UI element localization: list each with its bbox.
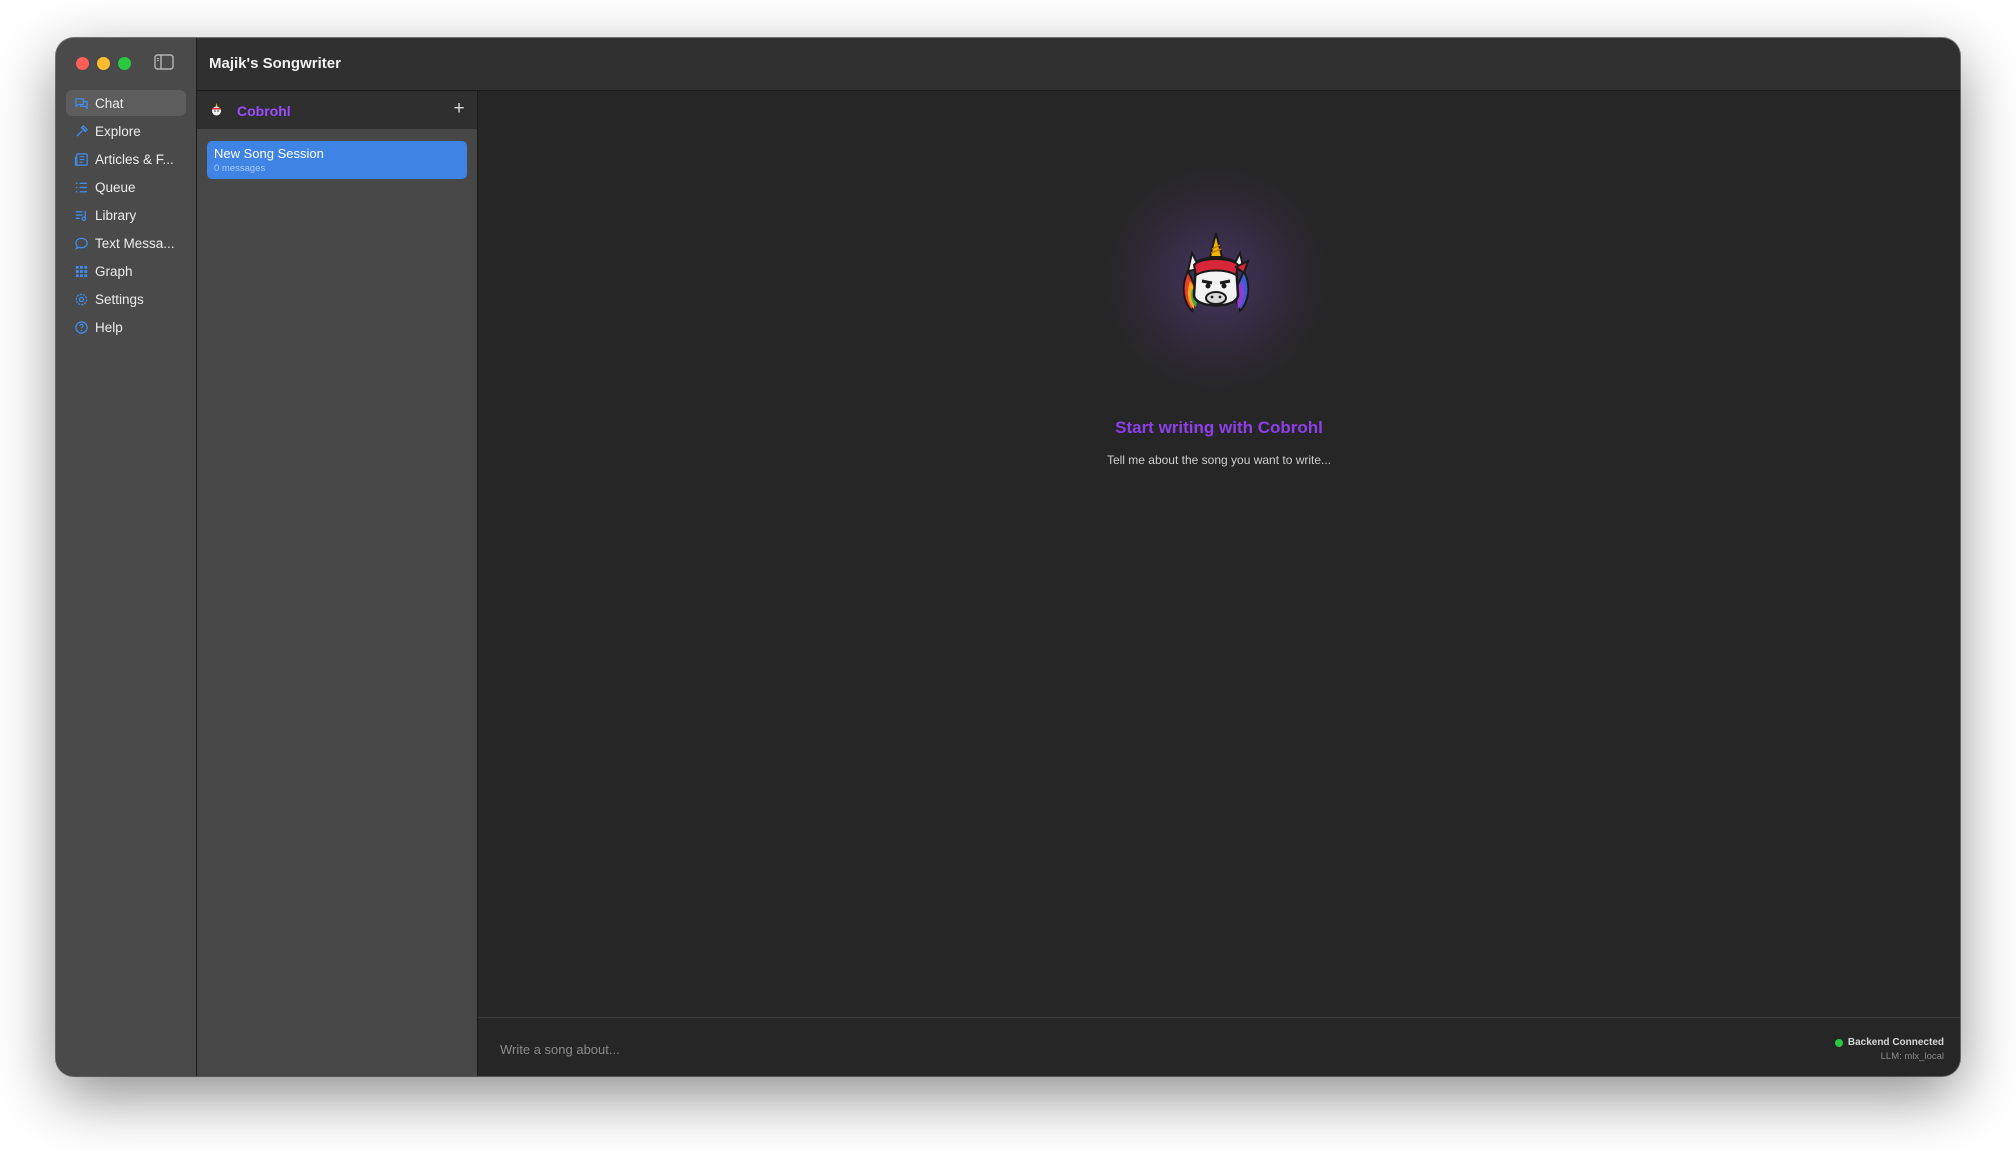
sidebar-item-settings[interactable]: Settings bbox=[66, 286, 186, 312]
library-icon bbox=[75, 210, 87, 221]
sidebar-item-label: Library bbox=[95, 207, 137, 223]
text-message-icon bbox=[75, 237, 88, 250]
window-controls bbox=[76, 57, 131, 70]
graph-icon bbox=[75, 265, 88, 277]
sidebar-item-label: Articles & F... bbox=[95, 151, 174, 167]
sidebar-item-label: Help bbox=[95, 319, 123, 335]
sidebar-item-label: Chat bbox=[95, 95, 124, 111]
session-list-header: Cobrohl + bbox=[197, 91, 477, 129]
sidebar-item-label: Settings bbox=[95, 291, 144, 307]
zoom-window-button[interactable] bbox=[118, 57, 131, 70]
app-title: Majik's Songwriter bbox=[209, 55, 341, 72]
sidebar-nav: Chat Explore Articles & F... Queue Libra… bbox=[66, 90, 186, 342]
backend-status: Backend Connected LLM: mlx_local bbox=[1834, 1037, 1944, 1062]
sidebar-item-help[interactable]: Help bbox=[66, 314, 186, 340]
session-list-panel: Cobrohl + New Song Session 0 messages bbox=[197, 91, 478, 1076]
llm-label: LLM: mlx_local bbox=[1880, 1051, 1944, 1062]
session-message-count: 0 messages bbox=[214, 163, 266, 174]
title-bar: Majik's Songwriter bbox=[197, 38, 1960, 91]
unicorn-avatar-icon bbox=[1182, 232, 1250, 313]
sidebar-item-queue[interactable]: Queue bbox=[66, 174, 186, 200]
session-item[interactable]: New Song Session 0 messages bbox=[207, 141, 467, 179]
help-icon bbox=[75, 320, 88, 334]
chat-main: Start writing with Cobrohl Tell me about… bbox=[478, 91, 1960, 1076]
sidebar: Chat Explore Articles & F... Queue Libra… bbox=[56, 38, 197, 1076]
queue-icon bbox=[75, 182, 88, 192]
articles-icon bbox=[74, 152, 88, 166]
empty-state-subtitle: Tell me about the song you want to write… bbox=[1106, 453, 1332, 467]
message-input[interactable] bbox=[498, 1038, 1602, 1060]
app-window: Chat Explore Articles & F... Queue Libra… bbox=[56, 38, 1960, 1076]
sidebar-item-text-messages[interactable]: Text Messa... bbox=[66, 230, 186, 256]
unicorn-avatar-icon bbox=[212, 102, 221, 116]
sidebar-item-label: Graph bbox=[95, 263, 133, 279]
session-title: New Song Session bbox=[214, 146, 324, 161]
persona-name: Cobrohl bbox=[237, 103, 291, 119]
empty-state-title: Start writing with Cobrohl bbox=[1115, 418, 1323, 437]
sidebar-item-label: Explore bbox=[95, 123, 141, 139]
sidebar-item-explore[interactable]: Explore bbox=[66, 118, 186, 144]
message-composer: Backend Connected LLM: mlx_local bbox=[478, 1017, 1960, 1076]
sidebar-item-library[interactable]: Library bbox=[66, 202, 186, 228]
chat-icon bbox=[75, 97, 88, 110]
minimize-window-button[interactable] bbox=[97, 57, 110, 70]
sidebar-item-label: Queue bbox=[95, 179, 136, 195]
new-session-button[interactable]: + bbox=[449, 99, 469, 119]
sidebar-toggle-icon[interactable] bbox=[154, 54, 174, 70]
sidebar-item-graph[interactable]: Graph bbox=[66, 258, 186, 284]
explore-icon bbox=[76, 124, 88, 137]
status-indicator-dot bbox=[1834, 1038, 1843, 1047]
status-line: Backend Connected bbox=[1834, 1037, 1944, 1048]
sidebar-item-articles[interactable]: Articles & F... bbox=[66, 146, 186, 172]
sidebar-item-label: Text Messa... bbox=[95, 235, 175, 251]
status-label: Backend Connected bbox=[1847, 1037, 1944, 1048]
close-window-button[interactable] bbox=[76, 57, 89, 70]
settings-icon bbox=[75, 293, 88, 305]
sidebar-item-chat[interactable]: Chat bbox=[66, 90, 186, 116]
